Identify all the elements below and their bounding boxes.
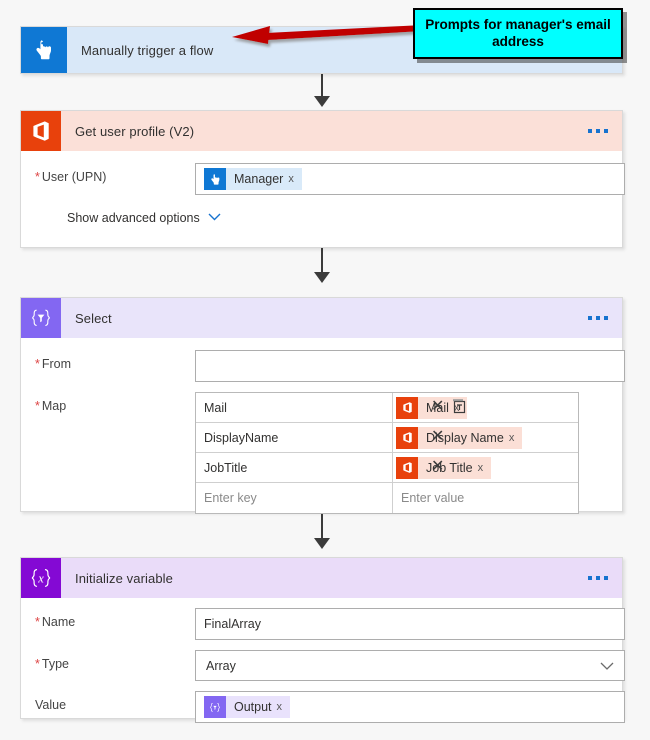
- field-control-from: [195, 350, 625, 382]
- user-upn-input[interactable]: Manager x: [195, 163, 625, 195]
- map-key-cell[interactable]: DisplayName: [196, 423, 393, 452]
- table-row[interactable]: JobTitle Job Title x: [196, 453, 578, 483]
- initialize-variable-body: * Name FinalArray * Type Array Value Out…: [21, 598, 625, 739]
- annotation-arrow: [232, 25, 423, 44]
- map-key-cell[interactable]: JobTitle: [196, 453, 393, 482]
- required-asterisk: *: [35, 615, 40, 629]
- required-asterisk: *: [35, 357, 40, 371]
- map-table: Mail Mail x DisplayName Display Name x J…: [195, 392, 579, 514]
- svg-text:x: x: [37, 571, 44, 585]
- variable-braces-x-icon: x: [21, 558, 61, 598]
- field-label-name: * Name: [35, 615, 76, 629]
- delete-row-icon[interactable]: ✕: [431, 399, 444, 415]
- variable-name-input[interactable]: FinalArray: [195, 608, 625, 640]
- card-select[interactable]: Select * From * Map Mail Mail x DisplayN…: [20, 297, 625, 514]
- required-asterisk: *: [35, 399, 40, 413]
- field-row-from: * From: [35, 350, 625, 382]
- initialize-variable-header[interactable]: x Initialize variable: [21, 558, 622, 598]
- get-user-profile-body: * User (UPN) Manager x Show advanced opt…: [21, 151, 625, 241]
- field-row-name: * Name FinalArray: [35, 608, 625, 640]
- annotation-callout: Prompts for manager's email address: [413, 8, 623, 59]
- field-label-user-upn: * User (UPN): [35, 170, 107, 184]
- office365-icon: [396, 456, 418, 479]
- office365-icon: [396, 426, 418, 449]
- map-row-actions-1: ✕: [431, 392, 467, 422]
- select-card-header[interactable]: Select: [21, 298, 622, 338]
- select-from-input[interactable]: [195, 350, 625, 382]
- close-icon[interactable]: x: [509, 427, 523, 449]
- get-user-profile-title: Get user profile (V2): [75, 123, 195, 139]
- field-label-map: * Map: [35, 399, 67, 413]
- variable-value-input[interactable]: Output x: [195, 691, 625, 723]
- show-advanced-options-label: Show advanced options: [67, 211, 200, 225]
- select-menu-button[interactable]: [588, 316, 608, 320]
- field-control-map: Mail Mail x DisplayName Display Name x J…: [195, 392, 608, 514]
- initialize-variable-title: Initialize variable: [75, 570, 174, 586]
- map-value-cell[interactable]: Mail x: [393, 393, 578, 422]
- map-key-cell[interactable]: Mail: [196, 393, 393, 422]
- close-icon[interactable]: x: [288, 168, 302, 190]
- connector-arrow-2: [314, 272, 330, 283]
- card-initialize-variable[interactable]: x Initialize variable *Name FinalArray: [20, 557, 625, 723]
- select-card-body: * From * Map Mail Mail x DisplayName Dis…: [21, 338, 625, 540]
- token-manager-label: Manager: [234, 172, 284, 186]
- required-asterisk: *: [35, 170, 40, 184]
- select-braces-icon: [21, 298, 61, 338]
- field-control-type: Array: [195, 650, 625, 681]
- map-value-cell[interactable]: Job Title x: [393, 453, 578, 482]
- field-row-type: * Type Array: [35, 650, 625, 681]
- token-output-label: Output: [234, 700, 272, 714]
- initialize-variable-menu-button[interactable]: [588, 576, 608, 580]
- variable-type-dropdown[interactable]: Array: [195, 650, 625, 681]
- flow-canvas: Manually trigger a flow Get user profile…: [0, 0, 650, 740]
- card-get-user-profile[interactable]: Get user profile (V2) * User (UPN) Manag…: [20, 110, 625, 248]
- select-braces-icon: [204, 696, 226, 718]
- map-key-input[interactable]: Enter key: [196, 483, 393, 513]
- get-user-profile-header[interactable]: Get user profile (V2): [21, 111, 622, 151]
- close-icon[interactable]: x: [478, 457, 492, 479]
- map-value-cell[interactable]: Display Name x: [393, 423, 578, 452]
- map-value-input[interactable]: Enter value: [393, 483, 578, 513]
- field-control-value: Output x: [195, 691, 625, 723]
- get-user-profile-menu-button[interactable]: [588, 129, 608, 133]
- token-manager-body: Manager x: [226, 168, 302, 190]
- required-asterisk: *: [35, 657, 40, 671]
- chevron-down-icon[interactable]: [600, 660, 614, 672]
- table-row[interactable]: Enter key Enter value: [196, 483, 578, 513]
- field-control-user-upn: Manager x: [195, 163, 625, 195]
- office365-icon: [21, 111, 61, 151]
- annotation-callout-text: Prompts for manager's email address: [425, 16, 611, 49]
- switch-to-text-mode-icon[interactable]: [452, 398, 467, 417]
- token-output[interactable]: Output x: [204, 696, 291, 718]
- chevron-down-icon: [208, 212, 221, 224]
- office365-icon: [396, 396, 418, 419]
- delete-row-icon[interactable]: ✕: [431, 429, 444, 445]
- field-row-user-upn: * User (UPN) Manager x: [35, 163, 625, 195]
- field-row-map: * Map Mail Mail x DisplayName Display Na…: [35, 392, 608, 514]
- field-control-name: FinalArray: [195, 608, 625, 640]
- field-label-from: * From: [35, 357, 72, 371]
- tap-hand-icon: [21, 27, 67, 73]
- field-row-value: Value Output x: [35, 691, 625, 723]
- tap-hand-icon: [204, 168, 226, 190]
- field-label-value: Value: [35, 698, 67, 712]
- token-display-name[interactable]: Display Name x: [396, 426, 523, 449]
- delete-row-icon[interactable]: ✕: [431, 459, 444, 475]
- connector-arrow-1: [314, 96, 330, 107]
- table-row[interactable]: DisplayName Display Name x: [196, 423, 578, 453]
- show-advanced-options-link[interactable]: Show advanced options: [67, 211, 221, 225]
- table-row[interactable]: Mail Mail x: [196, 393, 578, 423]
- select-card-title: Select: [75, 310, 112, 326]
- map-row-actions-3: ✕: [431, 452, 444, 482]
- trigger-card-title: Manually trigger a flow: [81, 42, 214, 58]
- token-manager[interactable]: Manager x: [204, 168, 302, 190]
- field-label-type: * Type: [35, 657, 69, 671]
- map-row-actions-2: ✕: [431, 422, 444, 452]
- close-icon[interactable]: x: [277, 696, 291, 718]
- variable-type-value: Array: [206, 658, 236, 673]
- token-job-title-label: Job Title: [426, 460, 473, 475]
